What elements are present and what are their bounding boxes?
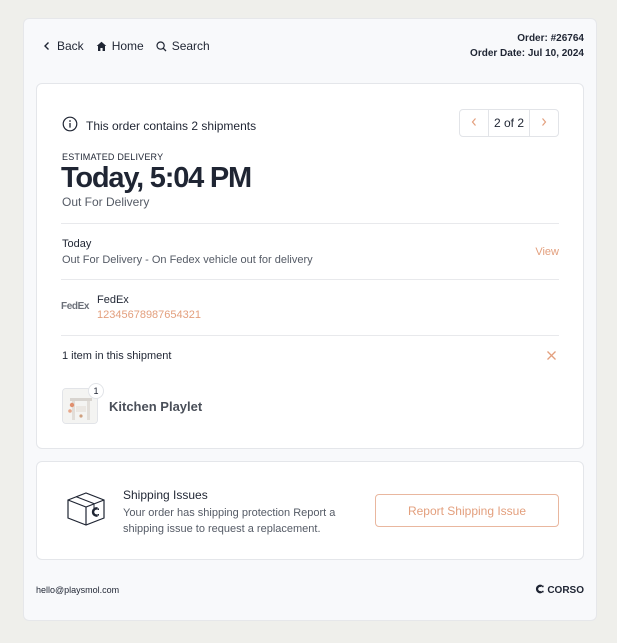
order-meta: Order: #26764 Order Date: Jul 10, 2024 bbox=[470, 31, 584, 61]
order-status-page: Back Home Search Order: #26764 Order Dat… bbox=[23, 18, 597, 621]
brand-name: CORSO bbox=[547, 585, 584, 596]
divider bbox=[61, 279, 559, 280]
pager-prev-button[interactable] bbox=[460, 110, 488, 136]
corso-icon bbox=[535, 584, 545, 597]
shipment-card: This order contains 2 shipments 2 of 2 E… bbox=[36, 83, 584, 449]
brand-logo: CORSO bbox=[535, 584, 584, 597]
top-bar: Back Home Search Order: #26764 Order Dat… bbox=[24, 19, 596, 83]
pager-next-button[interactable] bbox=[530, 110, 558, 136]
search-link[interactable]: Search bbox=[156, 39, 210, 53]
chevron-left-icon bbox=[470, 116, 478, 130]
item-name: Kitchen Playlet bbox=[109, 399, 203, 414]
shipment-summary: This order contains 2 shipments bbox=[62, 116, 256, 135]
back-label: Back bbox=[57, 39, 84, 53]
report-shipping-issue-button[interactable]: Report Shipping Issue bbox=[375, 494, 559, 527]
quantity-badge: 1 bbox=[88, 383, 104, 399]
shipping-issues-title: Shipping Issues bbox=[123, 488, 208, 502]
view-update-link[interactable]: View bbox=[535, 246, 559, 258]
home-label: Home bbox=[111, 39, 144, 53]
nav-bar: Back Home Search bbox=[42, 39, 210, 53]
update-day: Today bbox=[62, 238, 92, 250]
home-link[interactable]: Home bbox=[96, 39, 144, 53]
shipping-issues-card: Shipping Issues Your order has shipping … bbox=[36, 461, 584, 560]
shipment-summary-text: This order contains 2 shipments bbox=[86, 118, 257, 133]
estimated-delivery-label: ESTIMATED DELIVERY bbox=[62, 152, 164, 162]
estimated-delivery-time: Today, 5:04 PM bbox=[61, 162, 252, 194]
divider bbox=[61, 335, 559, 336]
package-icon bbox=[65, 491, 107, 532]
divider bbox=[61, 223, 559, 224]
shipment-pager: 2 of 2 bbox=[459, 109, 559, 137]
items-count: 1 item in this shipment bbox=[62, 350, 172, 362]
update-text: Out For Delivery - On Fedex vehicle out … bbox=[62, 254, 313, 266]
chevron-right-icon bbox=[540, 116, 548, 130]
tracking-number-link[interactable]: 12345678987654321 bbox=[97, 309, 201, 321]
fedex-logo: FedEx bbox=[61, 301, 90, 312]
collapse-items-button[interactable] bbox=[546, 348, 557, 366]
order-number: Order: #26764 bbox=[517, 33, 584, 44]
chevron-left-icon bbox=[42, 41, 52, 51]
pager-label: 2 of 2 bbox=[488, 110, 530, 136]
carrier-name: FedEx bbox=[97, 294, 129, 306]
support-email[interactable]: hello@playsmol.com bbox=[36, 585, 119, 595]
delivery-status: Out For Delivery bbox=[62, 195, 150, 209]
search-icon bbox=[156, 40, 167, 52]
search-label: Search bbox=[171, 39, 210, 53]
shipping-issues-text: Your order has shipping protection Repor… bbox=[123, 507, 336, 535]
home-icon bbox=[96, 41, 107, 52]
order-date: Order Date: Jul 10, 2024 bbox=[470, 48, 584, 59]
back-link[interactable]: Back bbox=[42, 39, 84, 53]
info-icon bbox=[62, 116, 78, 135]
close-icon bbox=[546, 348, 557, 365]
